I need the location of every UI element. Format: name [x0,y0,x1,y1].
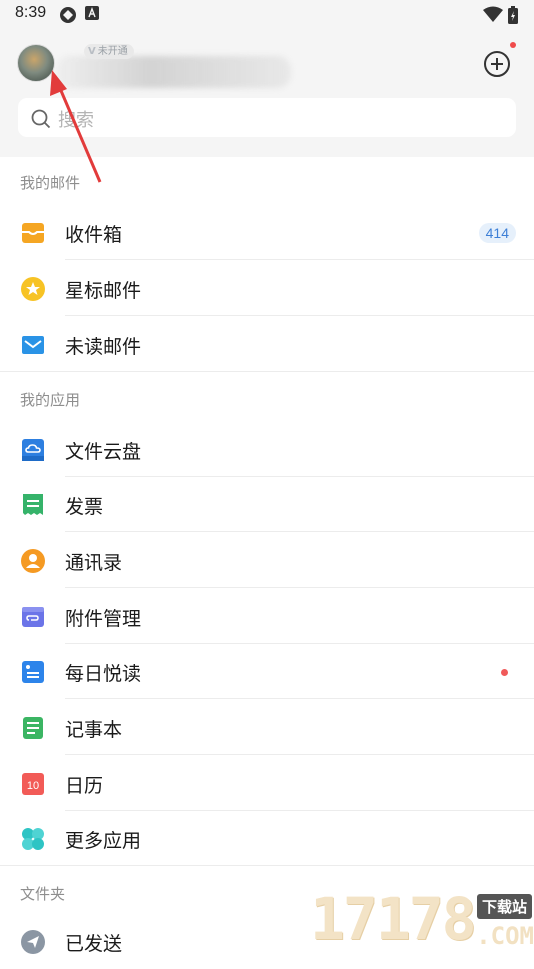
section-my-apps: 我的应用 [20,391,81,409]
app-item-daily-reading[interactable]: 每日悦读 [0,644,534,699]
status-time: 8:39 [15,4,47,21]
watermark-domain: .COM [476,922,534,950]
app-item-calendar[interactable]: 10 日历 [0,756,534,811]
divider [65,259,534,260]
app-item-label: 日历 [65,775,104,797]
vip-badge[interactable]: V 未开通 [84,44,134,59]
folder-item-label: 已发送 [65,933,123,955]
mail-item-starred[interactable]: 星标邮件 [0,261,534,316]
search-icon [31,109,51,129]
mail-item-unread[interactable]: 未读邮件 [0,317,534,372]
divider [65,531,534,532]
divider [0,865,534,866]
app-item-cloud-drive[interactable]: 文件云盘 [0,422,534,477]
watermark-tag: 下载站 [476,894,532,919]
app-item-invoice[interactable]: 发票 [0,477,534,532]
divider [65,754,534,755]
envelope-icon [22,336,44,354]
mail-item-label: 收件箱 [65,224,123,246]
unread-count-badge: 414 [478,223,516,243]
account-name-blurred[interactable] [56,56,291,88]
calendar-day: 10 [27,780,39,792]
app-item-label: 每日悦读 [65,663,142,685]
vip-icon: V [88,46,96,57]
font-icon [85,6,99,20]
app-item-more-apps[interactable]: 更多应用 [0,811,534,866]
vip-badge-label: 未开通 [97,46,128,57]
app-item-notebook[interactable]: 记事本 [0,700,534,755]
watermark-number: 17178 [310,885,477,953]
app-item-contacts[interactable]: 通讯录 [0,533,534,588]
app-item-label: 发票 [65,496,104,518]
mail-item-label: 星标邮件 [65,280,142,302]
section-folders: 文件夹 [20,885,66,903]
divider [65,698,534,699]
cloud-drive-icon [22,439,44,461]
watermark: 17178 下载站 .COM [310,888,534,950]
more-apps-icon [22,828,44,850]
app-item-label: 附件管理 [65,608,142,630]
divider [65,315,534,316]
app-item-label: 更多应用 [65,830,142,852]
avatar[interactable] [17,44,55,82]
new-content-dot [501,669,508,676]
inbox-icon [22,223,44,243]
star-icon [21,277,45,301]
search-placeholder: 搜索 [58,110,94,131]
account-header: V 未开通 搜索 [0,30,534,157]
reading-icon [22,661,44,683]
mail-item-label: 未读邮件 [65,336,142,358]
notification-dot [510,42,516,48]
add-icon[interactable] [484,51,510,77]
invoice-icon [23,494,43,515]
app-item-attachments[interactable]: 附件管理 [0,589,534,644]
mail-item-inbox[interactable]: 收件箱 414 [0,205,534,260]
attachment-icon [22,607,44,627]
sync-icon [60,7,76,23]
divider [0,371,534,372]
sent-icon [21,930,45,954]
wifi-icon [483,6,503,22]
status-bar: 8:39 [0,0,534,30]
app-item-label: 记事本 [65,719,123,741]
notebook-icon [23,717,43,739]
contacts-icon [21,549,45,573]
battery-icon [508,6,518,24]
calendar-icon: 10 [22,773,44,795]
search-bar[interactable]: 搜索 [18,98,516,137]
app-item-label: 文件云盘 [65,441,142,463]
section-my-mail: 我的邮件 [20,174,81,192]
app-item-label: 通讯录 [65,552,123,574]
divider [65,587,534,588]
